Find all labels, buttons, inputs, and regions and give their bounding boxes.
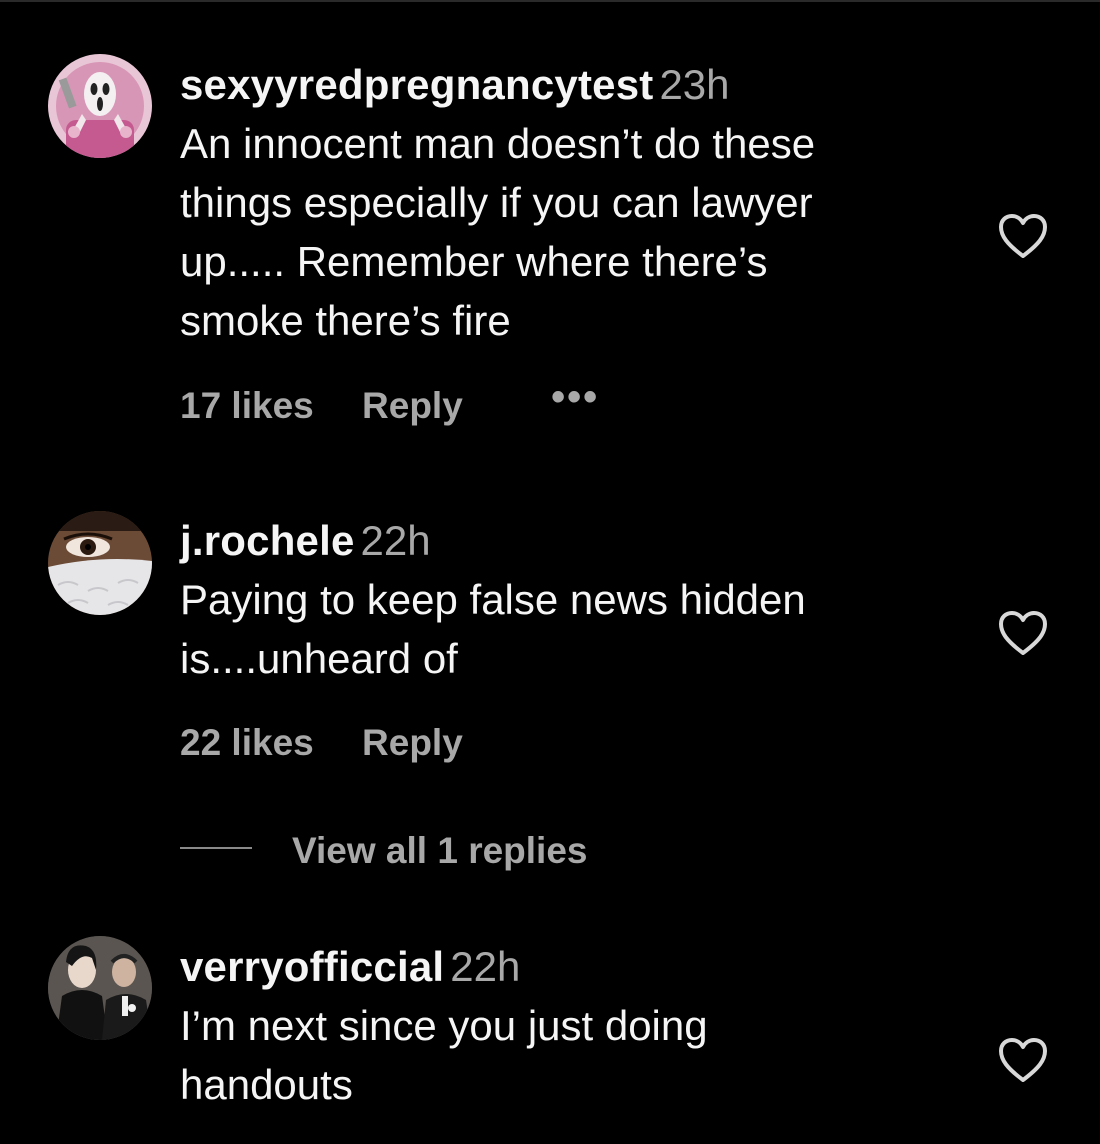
avatar[interactable] (48, 54, 152, 158)
likes-count[interactable]: 17 likes (180, 384, 314, 428)
comment-timestamp: 23h (659, 61, 730, 108)
face-mask-avatar-icon (48, 511, 152, 615)
comment-timestamp: 22h (360, 517, 431, 564)
reply-button[interactable]: Reply (362, 721, 463, 765)
top-divider (0, 0, 1100, 2)
comment-timestamp: 22h (450, 943, 521, 990)
comment-username[interactable]: j.rochele (180, 517, 355, 564)
likes-count[interactable]: 22 likes (180, 721, 314, 765)
comment-text: I’m next since you just doing handouts (180, 1002, 708, 1108)
heart-outline-icon[interactable] (997, 212, 1049, 260)
heart-outline-icon[interactable] (997, 1036, 1049, 1084)
avatar[interactable] (48, 511, 152, 615)
comment-username[interactable]: verryofficcial (180, 943, 444, 990)
reply-button[interactable]: Reply (362, 384, 463, 428)
photo-avatar-icon (48, 936, 152, 1040)
view-replies-toggle[interactable]: View all 1 replies (180, 830, 588, 878)
heart-outline-icon[interactable] (997, 609, 1049, 657)
view-replies-label[interactable]: View all 1 replies (292, 830, 588, 871)
comment-text: An innocent man doesn’t do these things … (180, 120, 816, 344)
more-options-button[interactable]: ••• (551, 375, 599, 419)
comment-username[interactable]: sexyyredpregnancytest (180, 61, 653, 108)
comment-text: Paying to keep false news hidden is....u… (180, 576, 806, 682)
ghostface-pink-avatar-icon (48, 54, 152, 158)
avatar[interactable] (48, 936, 152, 1040)
replies-divider (180, 847, 252, 849)
